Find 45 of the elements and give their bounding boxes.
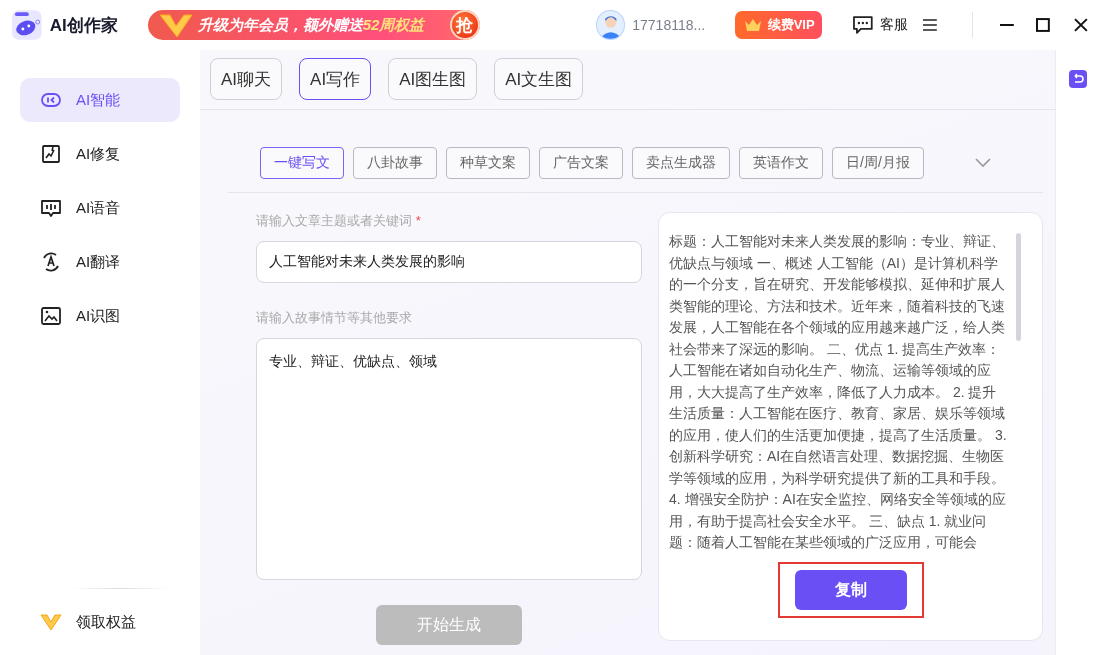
- sidebar-item[interactable]: AI智能: [20, 78, 180, 122]
- undo-icon[interactable]: [1069, 70, 1087, 88]
- maximize-icon[interactable]: [1036, 18, 1051, 32]
- template-tab[interactable]: 种草文案: [446, 147, 530, 179]
- topic-label: 请输入文章主题或者关键词 *: [256, 212, 422, 228]
- sidebar-item[interactable]: AI语音: [20, 186, 180, 230]
- template-tab[interactable]: 一键写文: [260, 147, 344, 179]
- claim-benefits-item[interactable]: 领取权益: [20, 589, 180, 655]
- support-link[interactable]: 客服: [879, 16, 908, 34]
- scrollbar-thumb[interactable]: [1016, 233, 1021, 341]
- sidebar-item[interactable]: AI识图: [20, 294, 180, 338]
- grab-badge[interactable]: 抢: [449, 10, 480, 40]
- template-tab[interactable]: 广告文案: [539, 147, 623, 179]
- copy-button[interactable]: 复制: [794, 570, 907, 610]
- template-tab[interactable]: 八卦故事: [353, 147, 437, 179]
- template-tab[interactable]: 日/周/月报: [832, 147, 924, 179]
- sidebar-item[interactable]: AI翻译: [20, 240, 180, 284]
- v-logo-icon: [40, 613, 62, 631]
- mode-tab[interactable]: AI图生图: [388, 58, 478, 100]
- promo-banner[interactable]: 升级为年会员，额外赠送52周权益 抢: [147, 10, 480, 40]
- chevron-down-icon[interactable]: [975, 158, 991, 168]
- topic-input-field[interactable]: 人工智能对未来人类发展的影响: [256, 241, 642, 283]
- voice-icon: [40, 197, 62, 219]
- v-logo-icon: [157, 12, 194, 38]
- mode-tab[interactable]: AI文生图: [494, 58, 584, 100]
- template-tab[interactable]: 卖点生成器: [632, 147, 730, 179]
- avatar-icon[interactable]: [595, 10, 626, 40]
- sidebar-item[interactable]: AI修复: [20, 132, 180, 176]
- app-logo-icon: [12, 10, 42, 40]
- account-phone[interactable]: 17718118...: [632, 17, 706, 33]
- renew-vip-button[interactable]: 续费VIP: [735, 11, 823, 39]
- details-input-field[interactable]: 专业、辩证、优缺点、领域: [256, 338, 642, 580]
- details-label: 请输入故事情节等其他要求: [256, 309, 413, 325]
- translate-icon: [40, 251, 62, 273]
- close-icon[interactable]: [1074, 18, 1088, 32]
- menu-icon[interactable]: [921, 18, 938, 32]
- template-tab[interactable]: 英语作文: [739, 147, 823, 179]
- promo-text: 升级为年会员，额外赠送52周权益: [197, 15, 425, 35]
- app-title: AI创作家: [49, 14, 118, 37]
- image-icon: [40, 305, 62, 327]
- chat-icon[interactable]: [852, 15, 874, 35]
- mode-tab[interactable]: AI聊天: [210, 58, 283, 100]
- crown-icon: [742, 17, 763, 33]
- generated-article-text: 标题：人工智能对未来人类发展的影响：专业、辩证、优缺点与领域 一、概述 人工智能（AI）是计算机科学的一个分支，旨在研究、开发能够模拟、延伸和扩展人类智能的理论、方法和技术。近年来，随着科技的飞速发展，人工智能在各个领域的应用越来越广泛，给人类社会带来了深远的影响。 二、优点 1. 提高生产效率：人工智能在诸如自动化生产、物流、运输等领域的应用，大大提高了生产效率，降低了人力成本。 2. 提升生活质量：人工智能在医疗、教育、家居、娱乐等领域的应用，使人们的生活更加便捷，提高了生活质量。 3. 创新科学研究：AI在自然语言处理、数据挖掘、生物医学等领域的应用，为科学研究提供了新的工具和手段。 4. 增强安全防护：AI在安全监控、网络安全等领域的应用，有助于提高社会安全水平。 三、缺点 1. 就业问题：随着人工智能在某些领域的广泛应用，可能会: [669, 232, 1008, 552]
- mode-tab[interactable]: AI写作: [299, 58, 372, 100]
